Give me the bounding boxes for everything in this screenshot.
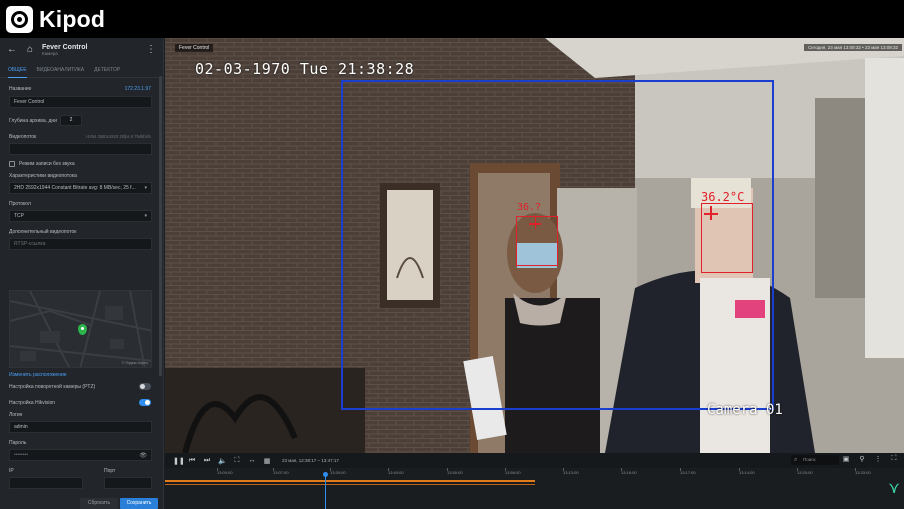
map-credit: © Яндекс.Карты [121, 361, 148, 365]
tab-general[interactable]: Общее [8, 62, 27, 78]
fullscreen-toggle-icon[interactable]: ⛶ [890, 455, 898, 463]
brand-name[interactable]: Kipod [39, 6, 105, 33]
password-value: •••••••• [14, 452, 29, 458]
archive-depth-label: Глубина архива, дни [9, 118, 57, 124]
archive-timeline[interactable]: 13:00:00 13:07:00 13:30:00 13:40:00 13:5… [165, 468, 904, 509]
stream-characteristics-label: Характеристики видеопотока [9, 173, 77, 179]
timeline-tick-10: 13:20:00 [797, 470, 813, 475]
timeline-tick-7: 13:16:00 [621, 470, 637, 475]
stream-characteristics-value: 2HD 2592x1944 Constant Bitrate avg: 8 MB… [14, 185, 136, 191]
ip-input[interactable] [9, 477, 83, 489]
kipod-logo-icon[interactable] [6, 5, 33, 33]
timeline-tick-0: 13:00:00 [217, 470, 233, 475]
chevron-down-icon: ▾ [144, 185, 147, 191]
timeline-tick-8: 13:17:00 [680, 470, 696, 475]
port-label: Порт [104, 468, 116, 474]
port-input[interactable] [104, 477, 152, 489]
top-bar: Kipod [0, 0, 904, 38]
timeline-tick-1: 13:07:00 [273, 470, 289, 475]
stream-characteristics-select[interactable]: 2HD 2592x1944 Constant Bitrate avg: 8 MB… [9, 182, 152, 194]
protocol-value: TCP [14, 213, 24, 219]
stream-url-input[interactable] [9, 143, 152, 155]
timeline-tick-9: 13:14:00 [739, 470, 755, 475]
extra-stream-label: Дополнительный видеопоток [9, 229, 77, 235]
timeline-tick-3: 13:40:00 [388, 470, 404, 475]
recording-segment [165, 480, 535, 482]
osd-datetime: 02-03-1970 Tue 21:38:28 [195, 60, 415, 78]
timeline-nav-icon[interactable]: ⋎ [888, 478, 900, 498]
camera-settings-panel: ← ⌂ Fever Control Камера ⋮ Общее Видеоан… [0, 38, 164, 509]
player-right-tools: ▣ ⚲ ⋮ ⛶ [842, 455, 898, 463]
event-segment [165, 484, 535, 485]
timeline-tick-11: 13:33:00 [855, 470, 871, 475]
temperature-label-2: 36.2°C [701, 190, 745, 204]
panel-scrollbar[interactable] [159, 76, 162, 376]
reset-button[interactable]: Сбросить [80, 498, 118, 509]
timeline-tick-2: 13:30:00 [330, 470, 346, 475]
crosshair-icon [710, 206, 712, 220]
step-forward-icon[interactable]: ⏭ [203, 457, 211, 465]
ip-label: IP [9, 468, 14, 474]
more-vertical-icon[interactable]: ⋮ [145, 44, 157, 56]
save-button[interactable]: Сохранить [120, 498, 158, 509]
extra-stream-input[interactable]: RTSP-ссылка [9, 238, 152, 250]
face-box-2 [701, 203, 753, 273]
camera-ip-link[interactable]: 172.23.1.97 [125, 86, 151, 92]
back-arrow-icon[interactable]: ← [6, 44, 18, 56]
panel-title: Fever Control [42, 43, 88, 51]
hikvision-label: Настройка Hikvision [9, 400, 56, 406]
zoom-icon[interactable]: ⚲ [858, 455, 866, 463]
stream-info-hint: H264 2560x1920 25fps 6 794kbit/s [86, 134, 151, 139]
face-box-1 [516, 216, 558, 266]
camera-name-badge: Fever Control [175, 44, 214, 52]
timeline-playhead[interactable] [323, 472, 328, 509]
location-map[interactable]: © Яндекс.Карты [9, 290, 152, 368]
tab-video-analytics[interactable]: Видеоаналитика [37, 62, 85, 78]
panel-subtitle: Камера [42, 50, 58, 56]
calendar-icon[interactable]: ▦ [263, 457, 271, 465]
volume-icon[interactable]: 🔈 [218, 457, 227, 465]
viewer-timestamp: Сегодня, 23 мая 13:09:32 • 23 мая 13:09:… [804, 44, 902, 51]
layout-icon[interactable]: ▣ [842, 455, 850, 463]
more-vertical-icon[interactable]: ⋮ [874, 455, 882, 463]
archive-depth-input[interactable]: 2 [60, 115, 82, 126]
hikvision-toggle[interactable] [139, 399, 151, 406]
password-label: Пароль [9, 440, 27, 446]
protocol-select[interactable]: TCP ▾ [9, 210, 152, 222]
password-input[interactable]: •••••••• 👁 [9, 449, 152, 461]
stream-label: Видеопоток [9, 134, 37, 140]
archive-search-input[interactable]: Поиск [791, 455, 839, 465]
eye-off-icon[interactable]: 👁 [139, 451, 147, 461]
timeline-tick-4: 13:50:00 [447, 470, 463, 475]
expand-icon[interactable]: ↔ [248, 457, 256, 464]
no-audio-label: Режим записи без звука [19, 161, 75, 167]
chevron-down-icon: ▾ [144, 213, 147, 219]
tab-detector[interactable]: Детектор [94, 62, 120, 78]
panel-title-block: Fever Control Камера [42, 44, 139, 57]
camera-viewer[interactable]: Fever Control Сегодня, 23 мая 13:09:32 •… [165, 38, 904, 453]
ptz-label: Настройка поворотной камеры (PTZ) [9, 384, 96, 390]
timeline-tick-5: 13:56:00 [505, 470, 521, 475]
no-audio-checkbox[interactable] [9, 161, 15, 167]
settings-tabs: Общее Видеоаналитика Детектор [0, 62, 163, 78]
crosshair-icon [534, 217, 536, 229]
panel-header: ← ⌂ Fever Control Камера ⋮ [0, 38, 163, 62]
step-back-icon[interactable]: ⏮ [188, 457, 196, 465]
app-root: Kipod ← ⌂ Fever Control Камера ⋮ Общее В… [0, 0, 904, 509]
timeline-tick-6: 13:13:00 [563, 470, 579, 475]
name-label: Название [9, 86, 32, 92]
player-controls: ❚❚ ⏮ ⏭ 🔈 ⛶ ↔ ▦ 23 мая, 12:38:17 – 13:47:… [165, 453, 904, 468]
fullscreen-icon[interactable]: ⛶ [233, 457, 241, 465]
playback-date-range[interactable]: 23 мая, 12:38:17 – 13:47:17 [282, 458, 339, 463]
home-icon[interactable]: ⌂ [24, 44, 36, 56]
ptz-toggle[interactable] [139, 383, 151, 390]
osd-camera-name: Camera 01 [707, 402, 783, 418]
camera-name-input[interactable]: Fever Control [9, 96, 152, 108]
pause-icon[interactable]: ❚❚ [173, 457, 185, 465]
login-input[interactable]: admin [9, 421, 152, 433]
protocol-label: Протокол [9, 201, 31, 207]
temperature-label-1: 36.? [517, 202, 542, 213]
login-label: Логин [9, 412, 23, 418]
change-location-link[interactable]: Изменить расположение [9, 372, 67, 378]
